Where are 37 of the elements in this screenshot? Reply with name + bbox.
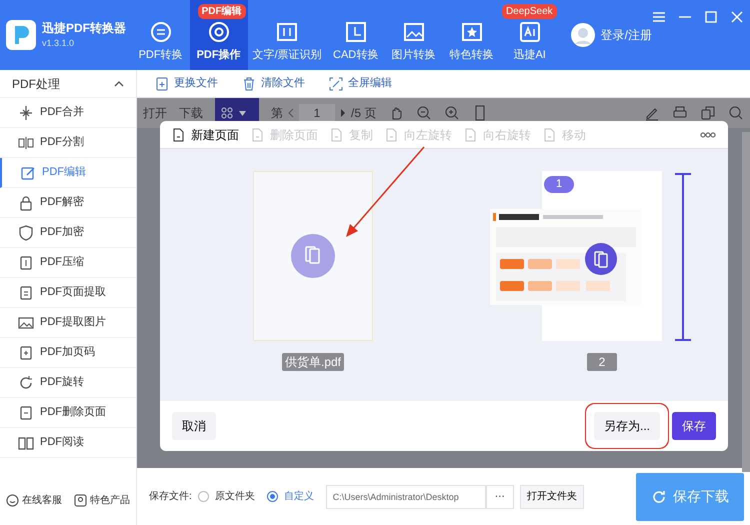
login-link[interactable]: 登录/注册 xyxy=(600,26,652,44)
toolbar-button[interactable]: 全屏编辑 xyxy=(323,74,398,93)
path-field[interactable]: C:\Users\Administrator\Desktop xyxy=(326,484,486,508)
save-as-button[interactable]: 另存为... xyxy=(594,412,660,440)
tab-badge: PDF编辑 xyxy=(198,4,246,19)
tab-badge: DeepSeek xyxy=(502,4,557,19)
nav-tab[interactable]: CAD转换 xyxy=(326,0,385,70)
sidebar-item[interactable]: PDF编辑 xyxy=(0,158,136,188)
page-name: 供货单.pdf xyxy=(282,353,344,371)
page-total: /5 页 xyxy=(351,105,376,122)
page-badge: 1 xyxy=(544,176,574,193)
page-name: 2 xyxy=(587,353,617,371)
footer-link[interactable]: 在线客服 xyxy=(6,492,62,508)
toolbar-button[interactable]: 清除文件 xyxy=(236,74,311,93)
footer-link[interactable]: 特色产品 xyxy=(74,492,130,508)
radio-option[interactable]: 自定义 xyxy=(266,489,314,504)
page-field[interactable]: 1 xyxy=(299,104,335,122)
download-button[interactable]: 下载 xyxy=(179,104,203,122)
open-folder-button[interactable]: 打开文件夹 xyxy=(520,484,584,508)
app-title: 迅捷PDF转换器 xyxy=(42,20,126,38)
cancel-button[interactable]: 取消 xyxy=(172,412,216,440)
nav-tab[interactable]: 文字/票证识别 xyxy=(248,0,327,70)
dialog-tool-button[interactable]: 新建页面 xyxy=(172,126,239,144)
browse-button[interactable]: ··· xyxy=(486,484,514,508)
app-version: v1.3.1.0 xyxy=(42,37,76,50)
page-label: 第 xyxy=(271,105,283,122)
nav-tab[interactable]: 图片转换 xyxy=(384,0,443,70)
save-location-label: 保存文件: xyxy=(149,490,192,504)
open-button[interactable]: 打开 xyxy=(143,104,167,122)
sidebar-heading: PDF处理 xyxy=(12,76,60,92)
toolbar-button[interactable]: 更换文件 xyxy=(149,74,224,93)
nav-tab[interactable]: DeepSeek 迅捷AI xyxy=(500,0,559,70)
radio-option[interactable]: 原文件夹 xyxy=(198,489,255,504)
nav-tab[interactable]: PDF编辑 PDF操作 xyxy=(190,0,248,70)
nav-tab[interactable]: 特色转换 xyxy=(442,0,501,70)
nav-tab[interactable]: PDF转换 xyxy=(132,0,190,70)
save-button[interactable]: 保存 xyxy=(672,412,716,440)
